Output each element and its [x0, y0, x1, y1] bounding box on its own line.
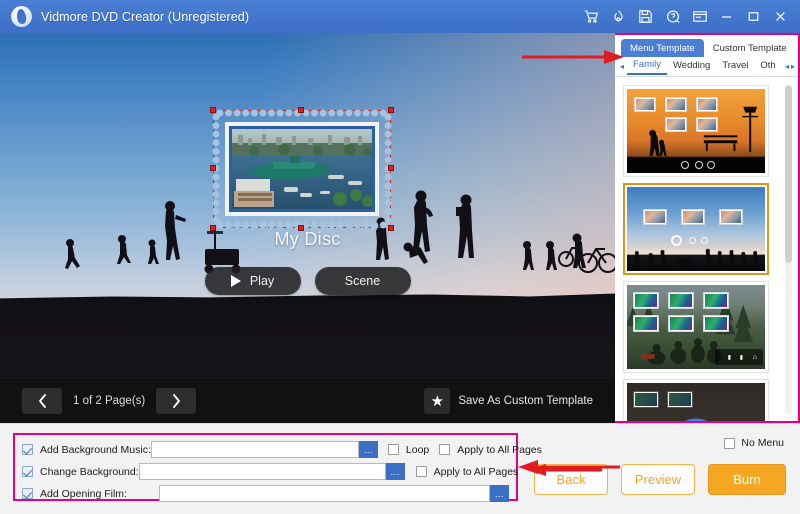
triangle-right-icon[interactable]: ▸ — [790, 62, 796, 71]
template-list: ⌂ ▮ ▮ — [623, 85, 775, 421]
save-as-custom-template-label: Save As Custom Template — [458, 395, 593, 407]
app-title: Vidmore DVD Creator (Unregistered) — [41, 10, 249, 24]
category-scroll-arrows: ◂ ▸ — [784, 62, 796, 71]
star-icon-box: ★ — [424, 388, 450, 414]
resize-handle-nw[interactable] — [210, 107, 216, 113]
category-wedding[interactable]: Wedding — [667, 59, 716, 74]
change-background-label: Change Background: — [40, 466, 139, 478]
menu-thumbnail-frame[interactable] — [216, 113, 388, 225]
music-apply-all-label: Apply to All Pages — [457, 444, 542, 456]
add-background-music-label: Add Background Music: — [40, 444, 151, 456]
menu-preview-canvas[interactable]: My Disc Play Scene — [0, 33, 615, 379]
music-apply-all-checkbox[interactable] — [439, 444, 450, 455]
template-item-family-dark[interactable] — [623, 379, 769, 421]
option-row-opening-film: Add Opening Film: ... — [22, 484, 509, 503]
change-background-browse-button[interactable]: ... — [386, 463, 405, 480]
template-thumbnail — [627, 383, 765, 421]
option-row-background-music: Add Background Music: ... Loop Apply to … — [22, 440, 509, 459]
star-icon: ★ — [431, 394, 444, 409]
play-triangle-icon — [231, 275, 241, 287]
category-travel[interactable]: Travel — [716, 59, 754, 74]
flame-icon[interactable] — [605, 4, 632, 30]
template-thumbnail — [627, 89, 765, 173]
loop-checkbox[interactable] — [388, 444, 399, 455]
play-button-label: Play — [250, 274, 274, 288]
resize-handle-e[interactable] — [388, 165, 394, 171]
resize-handle-n[interactable] — [298, 107, 304, 113]
opening-film-browse-button[interactable]: ... — [490, 485, 509, 502]
cart-icon[interactable] — [578, 4, 605, 30]
template-tab-bar: Menu Template Custom Template — [615, 35, 798, 57]
no-menu-label: No Menu — [741, 437, 784, 449]
background-music-browse-button[interactable]: ... — [359, 441, 378, 458]
burn-button[interactable]: Burn — [708, 464, 786, 495]
template-item-family-beach[interactable] — [623, 183, 769, 275]
prev-page-button[interactable] — [22, 388, 62, 414]
template-home-icon: ⌂ — [753, 354, 757, 361]
preview-button-row: Play Scene — [0, 267, 615, 295]
change-background-input[interactable] — [139, 463, 386, 480]
template-item-family-sunset[interactable] — [623, 85, 769, 177]
opening-film-input[interactable] — [159, 485, 490, 502]
chevron-left-icon — [38, 394, 47, 408]
resize-handle-ne[interactable] — [388, 107, 394, 113]
close-icon[interactable] — [767, 4, 794, 30]
tab-custom-template[interactable]: Custom Template — [704, 39, 796, 57]
next-page-button[interactable] — [156, 388, 196, 414]
template-scrollbar-thumb[interactable] — [785, 85, 792, 263]
loop-label: Loop — [406, 444, 429, 456]
preview-button[interactable]: Preview — [621, 464, 695, 495]
harbor-city-photo — [232, 129, 372, 209]
triangle-left-icon[interactable]: ◂ — [617, 62, 627, 71]
tab-menu-template[interactable]: Menu Template — [621, 39, 704, 57]
ground-horizon — [0, 283, 615, 379]
page-indicator: 1 of 2 Page(s) — [73, 395, 145, 407]
category-family[interactable]: Family — [627, 58, 667, 75]
change-background-checkbox[interactable] — [22, 466, 33, 477]
page-navigation-bar: 1 of 2 Page(s) ★ Save As Custom Template — [0, 379, 615, 423]
flame-disc-icon — [11, 6, 32, 27]
scene-button-label: Scene — [345, 274, 380, 288]
template-thumbnail — [627, 187, 765, 271]
category-other[interactable]: Oth — [754, 59, 781, 74]
back-button[interactable]: Back — [534, 464, 608, 495]
add-background-music-checkbox[interactable] — [22, 444, 33, 455]
play-button[interactable]: Play — [205, 267, 301, 295]
template-scrollbar[interactable] — [785, 85, 792, 415]
titlebar-icon-group — [578, 4, 800, 30]
bottom-toolbar: Add Background Music: ... Loop Apply to … — [0, 423, 800, 514]
no-menu-option: No Menu — [724, 437, 784, 449]
maximize-icon[interactable] — [740, 4, 767, 30]
template-thumbnail: ⌂ ▮ ▮ — [627, 285, 765, 369]
template-scroll-area[interactable]: ⌂ ▮ ▮ — [615, 81, 798, 421]
background-apply-all-checkbox[interactable] — [416, 466, 427, 477]
feedback-icon[interactable] — [686, 4, 713, 30]
template-item-family-forest[interactable]: ⌂ ▮ ▮ — [623, 281, 769, 373]
option-row-change-background: Change Background: ... Apply to All Page… — [22, 462, 509, 481]
title-bar: Vidmore DVD Creator (Unregistered) — [0, 0, 800, 33]
template-panel: Menu Template Custom Template ◂ Family W… — [615, 33, 800, 423]
minimize-icon[interactable] — [713, 4, 740, 30]
help-icon[interactable] — [659, 4, 686, 30]
scene-button[interactable]: Scene — [315, 267, 411, 295]
app-window: Vidmore DVD Creator (Unregistered) — [0, 0, 800, 514]
save-as-custom-template-button[interactable]: ★ Save As Custom Template — [424, 388, 593, 414]
template-category-bar: ◂ Family Wedding Travel Oth ◂ ▸ — [615, 57, 798, 77]
background-apply-all-label: Apply to All Pages — [434, 466, 519, 478]
resize-handle-w[interactable] — [210, 165, 216, 171]
add-opening-film-checkbox[interactable] — [22, 488, 33, 499]
disc-title[interactable]: My Disc — [0, 229, 615, 250]
add-opening-film-label: Add Opening Film: — [40, 488, 159, 500]
action-button-group: Back Preview Burn — [534, 464, 786, 495]
chevron-right-icon — [172, 394, 181, 408]
background-music-input[interactable] — [151, 441, 359, 458]
menu-options-group: Add Background Music: ... Loop Apply to … — [13, 433, 518, 501]
no-menu-checkbox[interactable] — [724, 438, 735, 449]
save-icon[interactable] — [632, 4, 659, 30]
